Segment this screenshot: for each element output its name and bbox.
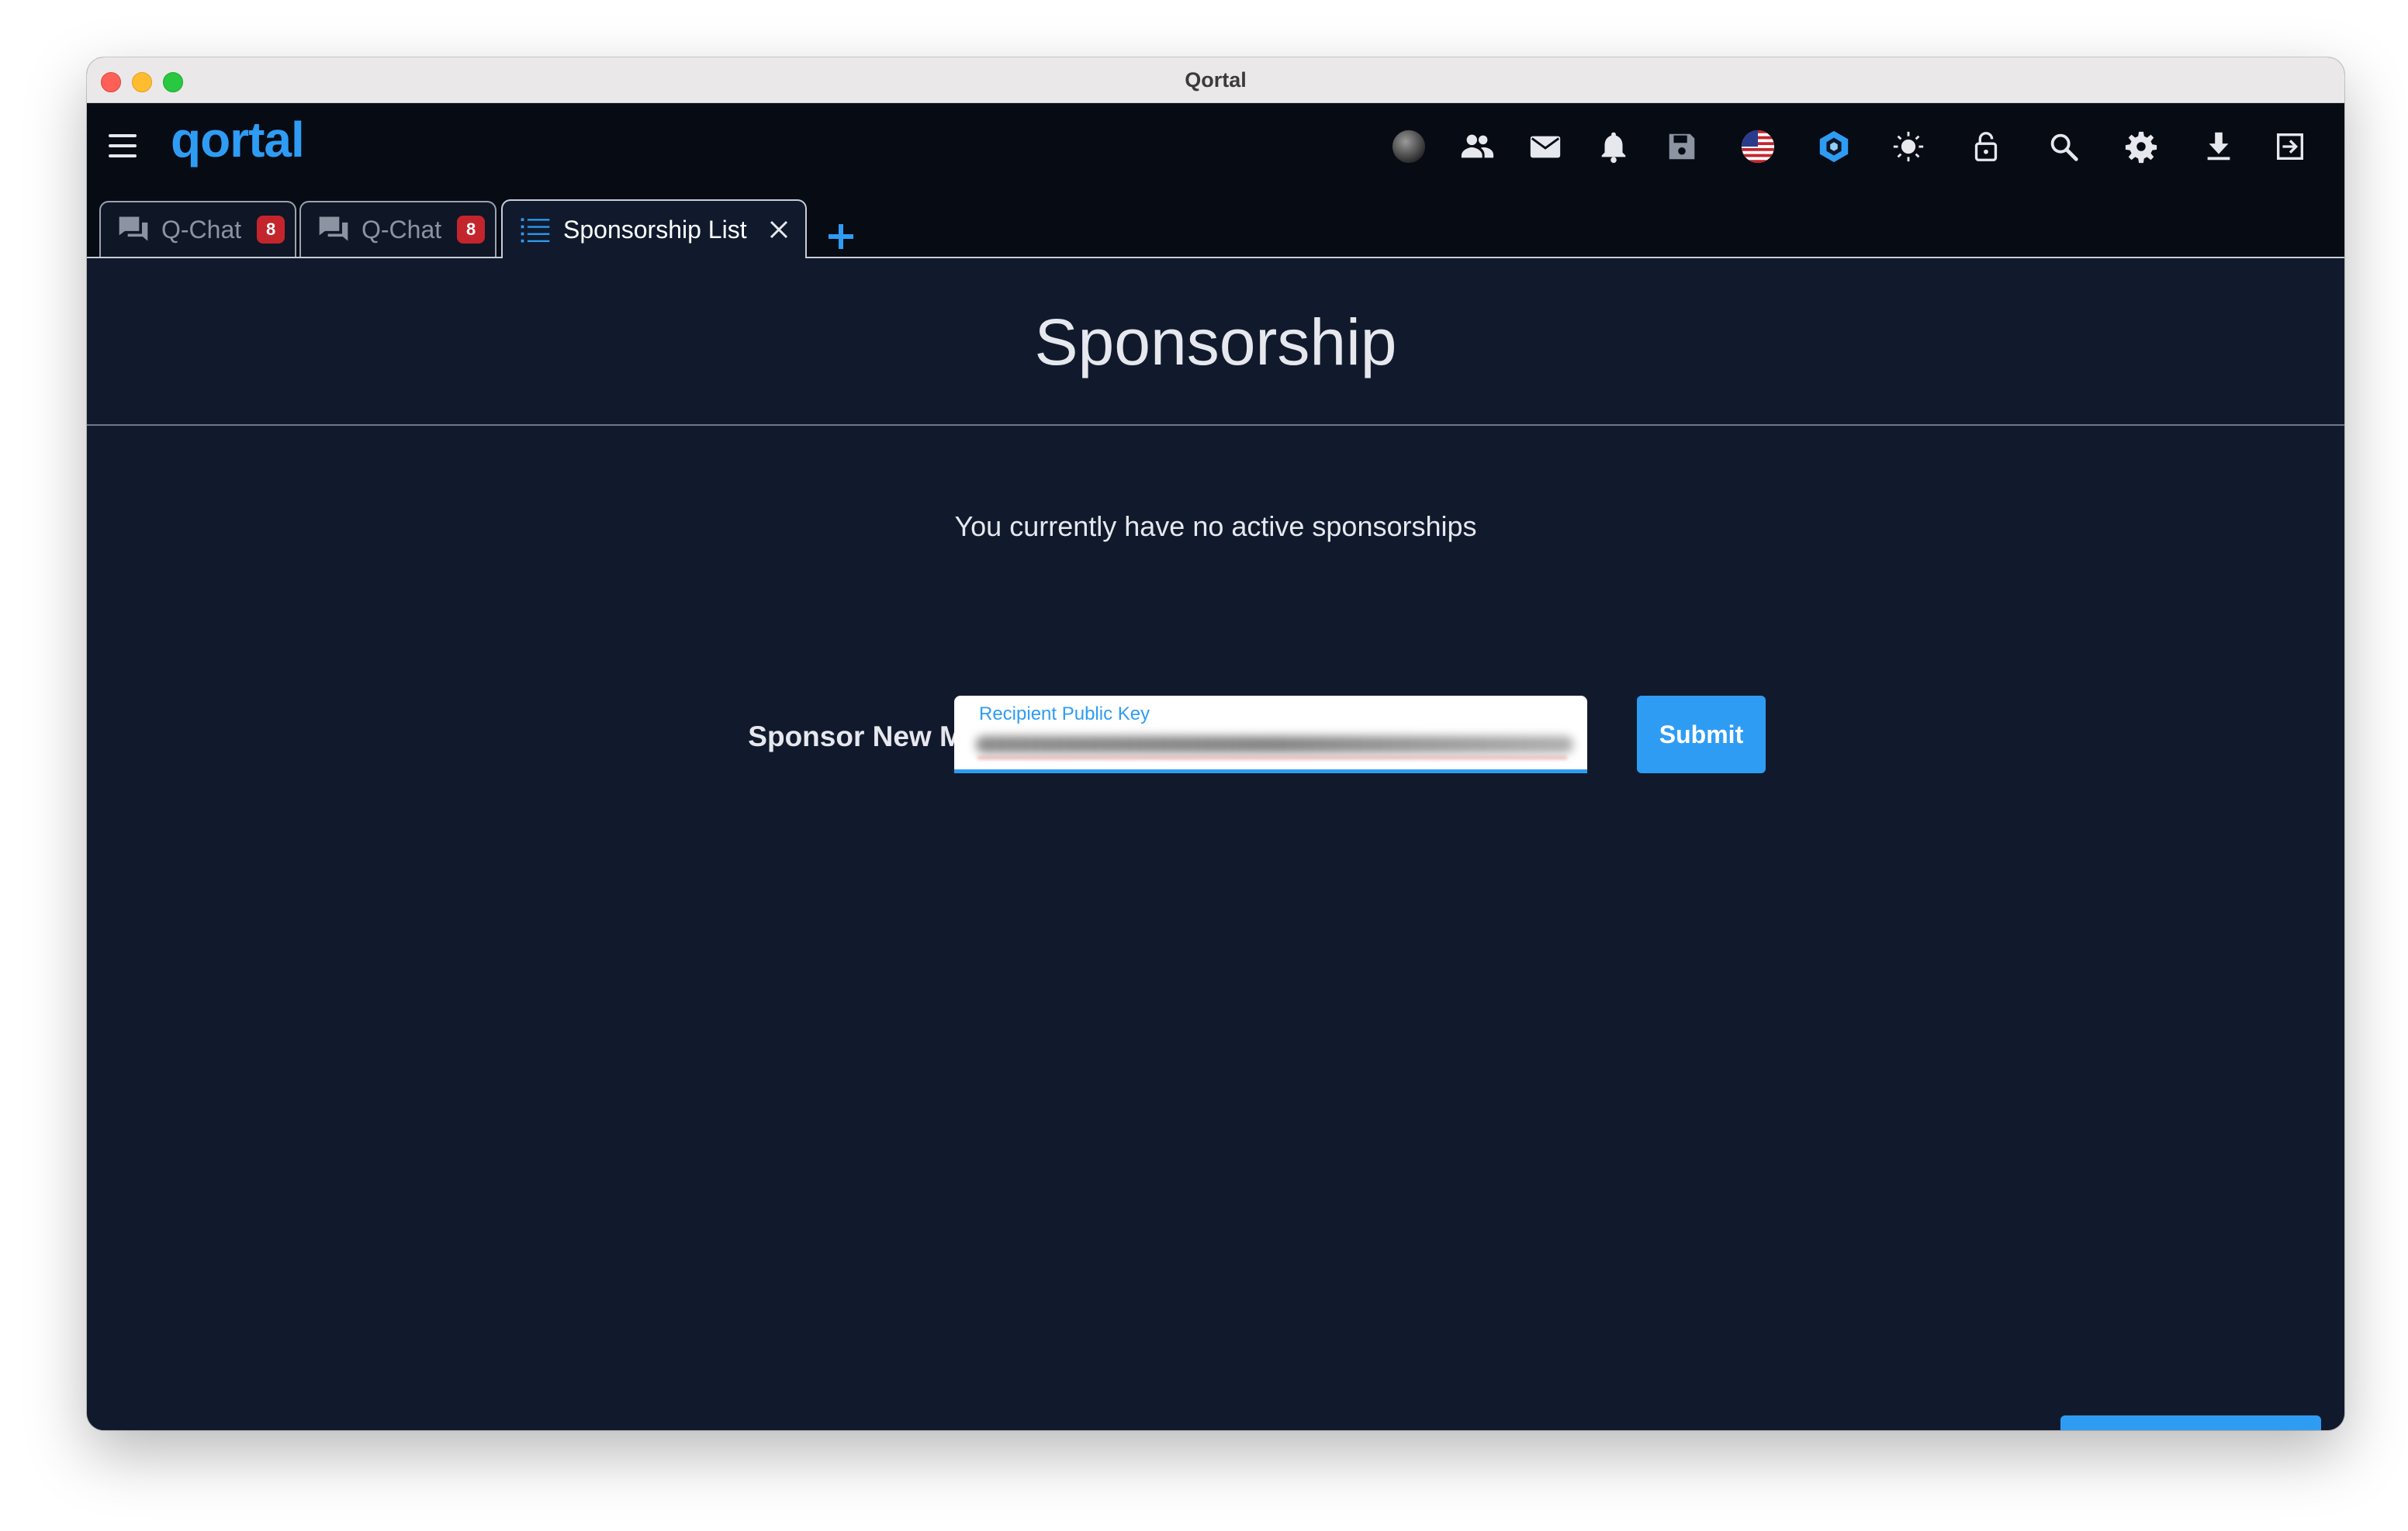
notification-badge: 8 bbox=[257, 216, 285, 244]
close-tab-icon[interactable] bbox=[767, 218, 791, 241]
recipient-public-key-label: Recipient Public Key bbox=[979, 703, 1150, 724]
us-flag-icon[interactable] bbox=[1735, 123, 1781, 170]
logout-icon[interactable] bbox=[2267, 123, 2313, 170]
lock-icon[interactable] bbox=[1963, 123, 2009, 170]
sponsorship-status-text: You currently have no active sponsorship… bbox=[954, 510, 1477, 542]
recipient-public-key-field[interactable]: Recipient Public Key bbox=[954, 696, 1587, 773]
chat-icon bbox=[319, 216, 348, 241]
tab-label: Q-Chat bbox=[161, 215, 242, 244]
window-title: Qortal bbox=[1185, 68, 1247, 92]
redacted-underline bbox=[977, 756, 1567, 759]
tab-q-chat-1[interactable]: Q-Chat 8 bbox=[99, 201, 296, 257]
tab-label: Sponsorship List bbox=[563, 215, 747, 244]
theme-sun-icon[interactable] bbox=[1885, 123, 1932, 170]
bell-icon[interactable] bbox=[1590, 123, 1637, 170]
divider bbox=[87, 424, 2344, 426]
app-header: qortal bbox=[87, 103, 2344, 190]
notification-badge: 8 bbox=[457, 216, 486, 244]
main-content: Sponsorship You currently have no active… bbox=[87, 258, 2344, 1430]
submit-button[interactable]: Submit bbox=[1637, 696, 1766, 773]
page-title: Sponsorship bbox=[1034, 306, 1397, 378]
gear-icon[interactable] bbox=[2118, 123, 2164, 170]
tab-label: Q-Chat bbox=[362, 215, 442, 244]
tab-q-chat-2[interactable]: Q-Chat 8 bbox=[299, 201, 496, 257]
qortal-hex-icon[interactable] bbox=[1811, 123, 1857, 170]
list-icon bbox=[521, 218, 550, 243]
redacted-value bbox=[976, 736, 1573, 753]
users-icon[interactable] bbox=[1454, 123, 1500, 170]
title-bar: Qortal bbox=[87, 57, 2344, 103]
tab-bar: Q-Chat 8 Q-Chat 8 Sponsorship List bbox=[87, 190, 2344, 258]
public-key-lookup-button[interactable]: Public Key Lookup bbox=[2060, 1415, 2321, 1430]
download-icon[interactable] bbox=[2195, 123, 2242, 170]
hamburger-menu-icon[interactable] bbox=[106, 131, 140, 162]
search-icon[interactable] bbox=[2040, 123, 2087, 170]
save-icon[interactable] bbox=[1659, 123, 1705, 170]
avatar-icon[interactable] bbox=[1386, 123, 1432, 170]
tab-sponsorship-list[interactable]: Sponsorship List bbox=[501, 199, 807, 258]
qortal-logo[interactable]: qortal bbox=[171, 111, 305, 168]
chat-icon bbox=[119, 216, 148, 241]
app-window: Qortal qortal Q-Chat 8 Q-Chat 8 Sponsors… bbox=[87, 57, 2344, 1430]
add-tab-icon[interactable] bbox=[824, 219, 858, 254]
mail-icon[interactable] bbox=[1522, 123, 1569, 170]
